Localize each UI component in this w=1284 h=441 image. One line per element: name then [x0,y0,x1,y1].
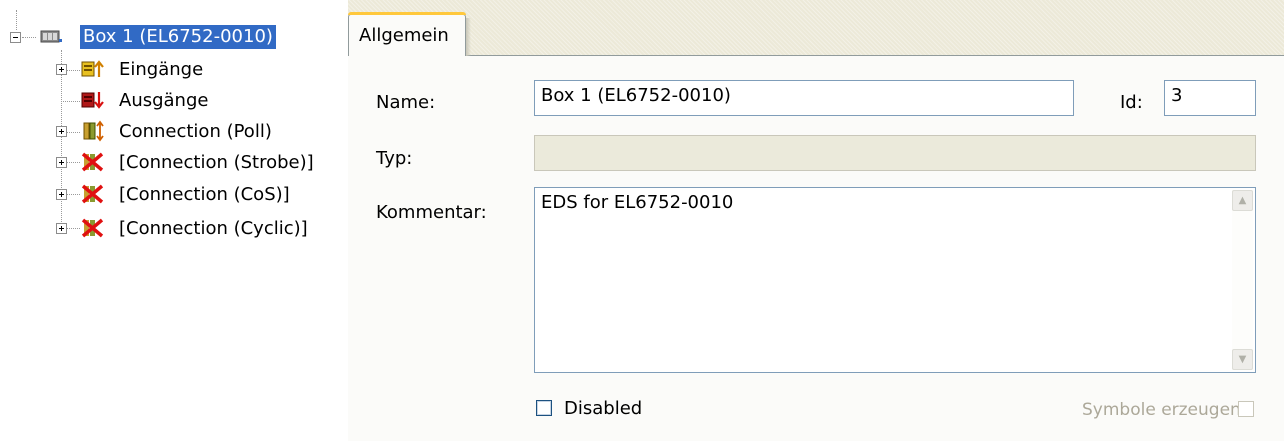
outputs-icon [80,89,104,111]
connection-poll-icon [80,120,104,142]
connection-disabled-icon [80,151,104,173]
tree-line [66,132,80,133]
symbols-label: Symbole erzeugen [1082,400,1241,420]
tab-page-general: Name: Box 1 (EL6752-0010) Id: 3 Typ: Kom… [348,55,1284,441]
expand-toggle[interactable] [56,189,67,200]
scroll-down-button[interactable]: ▼ [1232,349,1253,370]
tree-item-connection-cyclic[interactable]: [Connection (Cyclic)] [116,217,311,241]
tree-line [16,10,17,30]
properties-panel: Name: Box 1 (EL6752-0010) Id: 3 Typ: Kom… [348,0,1284,441]
comment-label: Kommentar: [376,202,487,223]
connection-disabled-icon [80,183,104,205]
tree-item-outputs[interactable]: Ausgänge [116,89,211,113]
tree-line [66,70,80,71]
tree-item-box-1[interactable]: Box 1 (EL6752-0010) [80,25,276,49]
expand-toggle[interactable] [56,223,67,234]
box-device-icon [38,26,62,48]
tree-line [66,228,80,229]
disabled-checkbox[interactable] [536,400,552,416]
tab-general[interactable]: Allgemein [348,12,466,56]
name-label: Name: [376,92,436,113]
tree-item-connection-strobe[interactable]: [Connection (Strobe)] [116,151,317,175]
comment-scrollbar[interactable]: ▲ ▼ [1232,190,1253,370]
collapse-toggle[interactable] [10,32,21,43]
expand-toggle[interactable] [56,126,67,137]
inputs-icon [80,58,104,80]
tab-general-label: Allgemein [359,25,449,46]
expand-toggle[interactable] [56,157,67,168]
tab-shadow [466,18,471,56]
tree-line [22,37,36,38]
disabled-label: Disabled [564,398,643,419]
comment-textarea[interactable]: EDS for EL6752-0010 ▲ ▼ [534,187,1256,373]
comment-text: EDS for EL6752-0010 [541,192,734,213]
id-field[interactable]: 3 [1164,80,1256,116]
expand-toggle[interactable] [56,64,67,75]
symbols-checkbox [1238,401,1254,417]
tree-line [61,50,62,230]
device-tree[interactable]: Box 1 (EL6752-0010) Eingänge Ausgänge Co… [0,0,345,441]
tree-line [66,162,80,163]
type-label: Typ: [376,148,413,169]
tree-item-connection-cos[interactable]: [Connection (CoS)] [116,183,293,207]
name-field[interactable]: Box 1 (EL6752-0010) [534,80,1074,116]
tree-item-connection-poll[interactable]: Connection (Poll) [116,120,275,144]
tree-line [61,101,80,102]
scroll-up-button[interactable]: ▲ [1232,190,1253,211]
id-label: Id: [1120,92,1143,113]
connection-disabled-icon [80,217,104,239]
tree-line [66,194,80,195]
type-field [534,135,1256,171]
tree-item-inputs[interactable]: Eingänge [116,58,206,82]
